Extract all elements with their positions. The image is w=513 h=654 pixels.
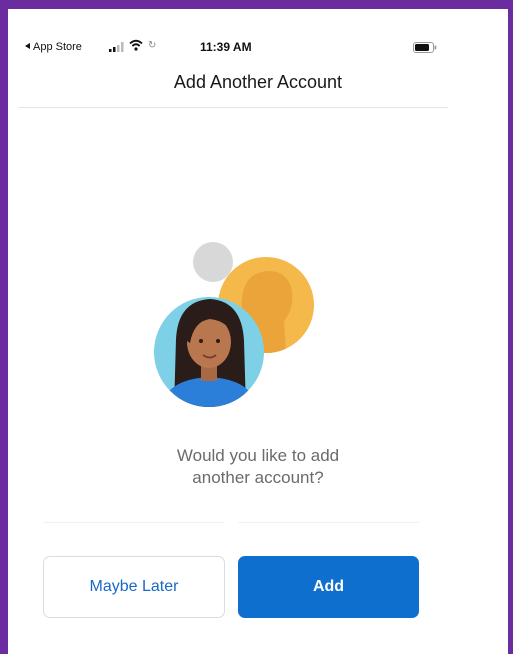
status-time: 11:39 AM: [200, 40, 252, 54]
battery-icon: [413, 42, 437, 53]
app-screen: App Store ↻ 11:39 AM Add Another Account: [0, 0, 513, 654]
back-label: App Store: [33, 41, 82, 53]
maybe-later-button[interactable]: Maybe Later: [43, 556, 225, 618]
add-account-prompt: Would you like to add another account?: [8, 445, 508, 489]
people-avatars-illustration: [154, 242, 314, 407]
prompt-line-2: another account?: [192, 468, 324, 487]
add-button[interactable]: Add: [238, 556, 419, 618]
divider-right: [238, 522, 419, 523]
back-to-app-store-link[interactable]: App Store: [25, 41, 82, 53]
small-grey-circle: [193, 242, 233, 282]
cellular-signal-icon: [109, 42, 124, 52]
header-divider: [18, 107, 448, 108]
wifi-icon: [129, 39, 143, 51]
status-bar: App Store ↻ 11:39 AM: [8, 9, 508, 61]
page-title: Add Another Account: [173, 72, 343, 92]
divider-left: [43, 522, 225, 523]
prompt-line-1: Would you like to add: [176, 446, 340, 465]
activity-indicator-icon: ↻: [148, 40, 157, 51]
back-arrow-icon: [25, 43, 30, 49]
